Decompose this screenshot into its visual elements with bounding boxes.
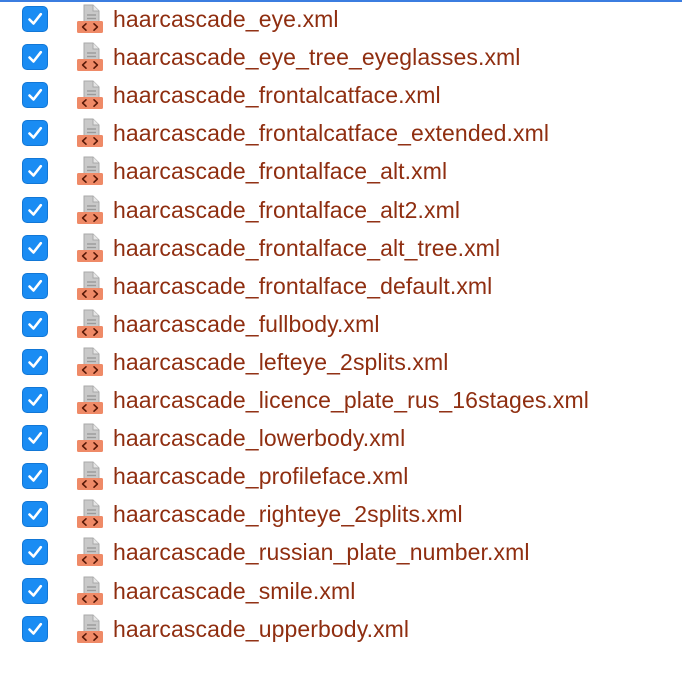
file-row[interactable]: haarcascade_smile.xml	[0, 572, 682, 610]
file-name: haarcascade_upperbody.xml	[113, 615, 410, 642]
file-name: haarcascade_profileface.xml	[113, 463, 409, 490]
xml-file-icon	[76, 537, 104, 567]
checkmark-icon	[28, 584, 43, 597]
file-checkbox[interactable]	[22, 615, 48, 642]
file-name: haarcascade_lefteye_2splits.xml	[113, 348, 449, 375]
xml-file-icon	[76, 42, 104, 72]
xml-file-icon	[76, 271, 104, 301]
xml-file-icon	[76, 309, 104, 339]
file-checkbox[interactable]	[22, 158, 48, 185]
file-row[interactable]: haarcascade_eye_tree_eyeglasses.xml	[0, 38, 682, 76]
file-name: haarcascade_frontalcatface_extended.xml	[113, 120, 550, 147]
checkmark-icon	[28, 317, 43, 330]
file-checkbox[interactable]	[22, 310, 48, 337]
file-row[interactable]: haarcascade_frontalcatface.xml	[0, 76, 682, 114]
file-name: haarcascade_frontalface_alt.xml	[113, 158, 448, 185]
file-name: haarcascade_russian_plate_number.xml	[113, 539, 530, 566]
file-checkbox[interactable]	[22, 6, 48, 32]
file-row[interactable]: haarcascade_frontalface_alt2.xml	[0, 191, 682, 229]
checkmark-icon	[28, 127, 43, 140]
file-name: haarcascade_righteye_2splits.xml	[113, 501, 463, 528]
file-row[interactable]: haarcascade_fullbody.xml	[0, 305, 682, 343]
file-checkbox[interactable]	[22, 234, 48, 261]
file-name: haarcascade_eye_tree_eyeglasses.xml	[113, 44, 521, 71]
xml-file-icon	[76, 80, 104, 110]
xml-file-icon	[76, 461, 104, 491]
file-checkbox[interactable]	[22, 44, 48, 71]
file-checkbox[interactable]	[22, 387, 48, 413]
file-checkbox[interactable]	[22, 539, 48, 566]
checkmark-icon	[28, 355, 43, 368]
checkmark-icon	[28, 89, 43, 101]
file-row[interactable]: haarcascade_russian_plate_number.xml	[0, 533, 682, 571]
checkmark-icon	[28, 12, 43, 25]
file-row[interactable]: haarcascade_frontalcatface_extended.xml	[0, 114, 682, 152]
checkmark-icon	[28, 241, 43, 254]
file-row[interactable]: haarcascade_lowerbody.xml	[0, 419, 682, 457]
xml-file-icon	[76, 118, 104, 148]
file-row[interactable]: haarcascade_righteye_2splits.xml	[0, 495, 682, 533]
file-name: haarcascade_lowerbody.xml	[113, 425, 406, 452]
file-name: haarcascade_frontalface_default.xml	[113, 272, 493, 299]
file-row[interactable]: haarcascade_frontalface_default.xml	[0, 267, 682, 305]
checkmark-icon	[28, 50, 43, 63]
xml-file-icon	[76, 499, 104, 529]
file-checkbox[interactable]	[22, 501, 48, 528]
file-name: haarcascade_smile.xml	[113, 577, 356, 604]
file-name: haarcascade_eye.xml	[113, 6, 339, 32]
checkmark-icon	[28, 622, 43, 635]
file-row[interactable]: haarcascade_eye.xml	[0, 0, 682, 38]
checkmark-icon	[28, 393, 43, 406]
file-checkbox[interactable]	[22, 196, 48, 223]
xml-file-icon	[76, 385, 104, 415]
checkmark-icon	[28, 203, 43, 216]
file-row[interactable]: haarcascade_profileface.xml	[0, 457, 682, 495]
xml-file-icon	[76, 576, 104, 606]
xml-file-icon	[76, 4, 104, 34]
file-row[interactable]: haarcascade_lefteye_2splits.xml	[0, 343, 682, 381]
file-row[interactable]: haarcascade_frontalface_alt.xml	[0, 152, 682, 190]
file-name: haarcascade_frontalface_alt2.xml	[113, 196, 461, 223]
file-checkbox[interactable]	[22, 577, 48, 604]
xml-file-icon	[76, 195, 104, 225]
file-row[interactable]: haarcascade_licence_plate_rus_16stages.x…	[0, 381, 682, 419]
checkmark-icon	[28, 431, 43, 444]
checkmark-icon	[28, 470, 43, 482]
xml-file-icon	[76, 233, 104, 263]
file-name: haarcascade_licence_plate_rus_16stages.x…	[113, 387, 589, 413]
checkmark-icon	[28, 508, 43, 521]
file-name: haarcascade_frontalface_alt_tree.xml	[113, 234, 501, 261]
file-name: haarcascade_frontalcatface.xml	[113, 82, 441, 109]
file-name: haarcascade_fullbody.xml	[113, 310, 380, 337]
checkmark-icon	[28, 165, 43, 178]
xml-file-icon	[76, 423, 104, 453]
file-row[interactable]: haarcascade_frontalface_alt_tree.xml	[0, 229, 682, 267]
file-row[interactable]: haarcascade_upperbody.xml	[0, 610, 682, 648]
xml-file-icon	[76, 614, 104, 644]
checkmark-icon	[28, 279, 43, 292]
file-checkbox[interactable]	[22, 348, 48, 375]
checkmark-icon	[28, 546, 43, 559]
file-checkbox[interactable]	[22, 82, 48, 109]
xml-file-icon	[76, 347, 104, 377]
file-checkbox[interactable]	[22, 463, 48, 490]
file-checkbox[interactable]	[22, 272, 48, 299]
file-checkbox[interactable]	[22, 120, 48, 147]
xml-file-icon	[76, 156, 104, 186]
file-checkbox[interactable]	[22, 425, 48, 452]
